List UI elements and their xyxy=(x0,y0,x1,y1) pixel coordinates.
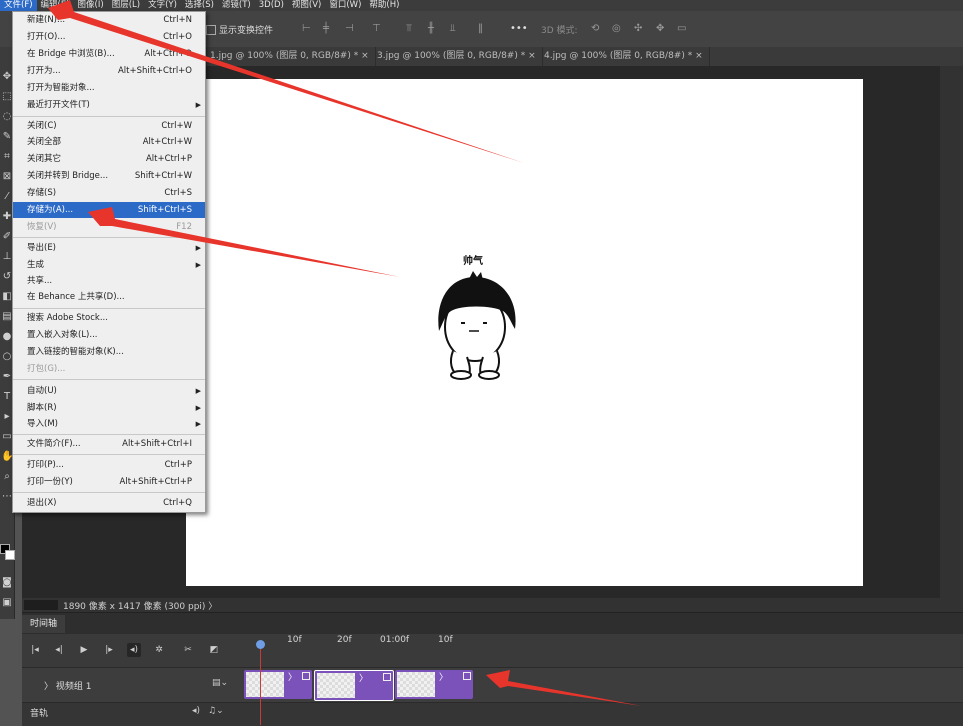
arrow-to-timeline-clips xyxy=(486,670,642,706)
arrow-to-file-menu xyxy=(48,0,524,163)
arrow-to-save-as xyxy=(88,207,400,277)
annotation-arrows xyxy=(48,0,642,706)
